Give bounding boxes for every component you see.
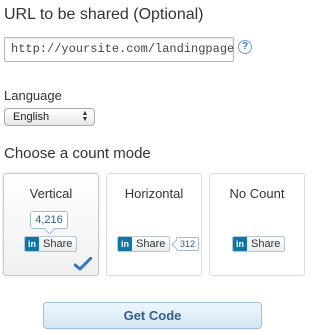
vertical-count-bubble: 4,216 bbox=[30, 211, 68, 229]
get-code-button[interactable]: Get Code bbox=[43, 302, 262, 329]
horizontal-count-bubble: 312 bbox=[176, 237, 200, 251]
language-select[interactable]: English ▲ ▼ bbox=[4, 108, 95, 126]
share-label: Share bbox=[43, 238, 73, 250]
linkedin-share-button: in Share bbox=[117, 236, 171, 252]
linkedin-icon: in bbox=[25, 237, 39, 251]
url-input[interactable]: http://yoursite.com/landingpage bbox=[4, 37, 234, 62]
count-mode-heading: Choose a count mode bbox=[4, 145, 151, 162]
language-label: Language bbox=[4, 88, 62, 103]
checkmark-icon bbox=[74, 257, 92, 271]
share-label: Share bbox=[136, 238, 166, 250]
mode-card-label: Vertical bbox=[29, 186, 73, 201]
mode-card-vertical[interactable]: Vertical 4,216 in Share bbox=[3, 173, 99, 276]
mode-card-label: No Count bbox=[229, 186, 285, 201]
select-arrows-icon: ▲ ▼ bbox=[81, 110, 89, 123]
linkedin-icon: in bbox=[233, 237, 247, 251]
mode-card-label: Horizontal bbox=[124, 186, 184, 201]
help-icon[interactable]: ? bbox=[238, 40, 252, 54]
url-heading: URL to be shared (Optional) bbox=[4, 6, 204, 23]
language-selected-value: English bbox=[13, 111, 50, 123]
linkedin-icon: in bbox=[118, 237, 132, 251]
linkedin-share-button: in Share bbox=[24, 236, 78, 252]
mode-card-horizontal[interactable]: Horizontal in Share 312 bbox=[106, 173, 202, 276]
mode-card-no-count[interactable]: No Count in Share bbox=[209, 173, 305, 276]
share-label: Share bbox=[251, 238, 281, 250]
linkedin-share-button: in Share bbox=[232, 236, 286, 252]
